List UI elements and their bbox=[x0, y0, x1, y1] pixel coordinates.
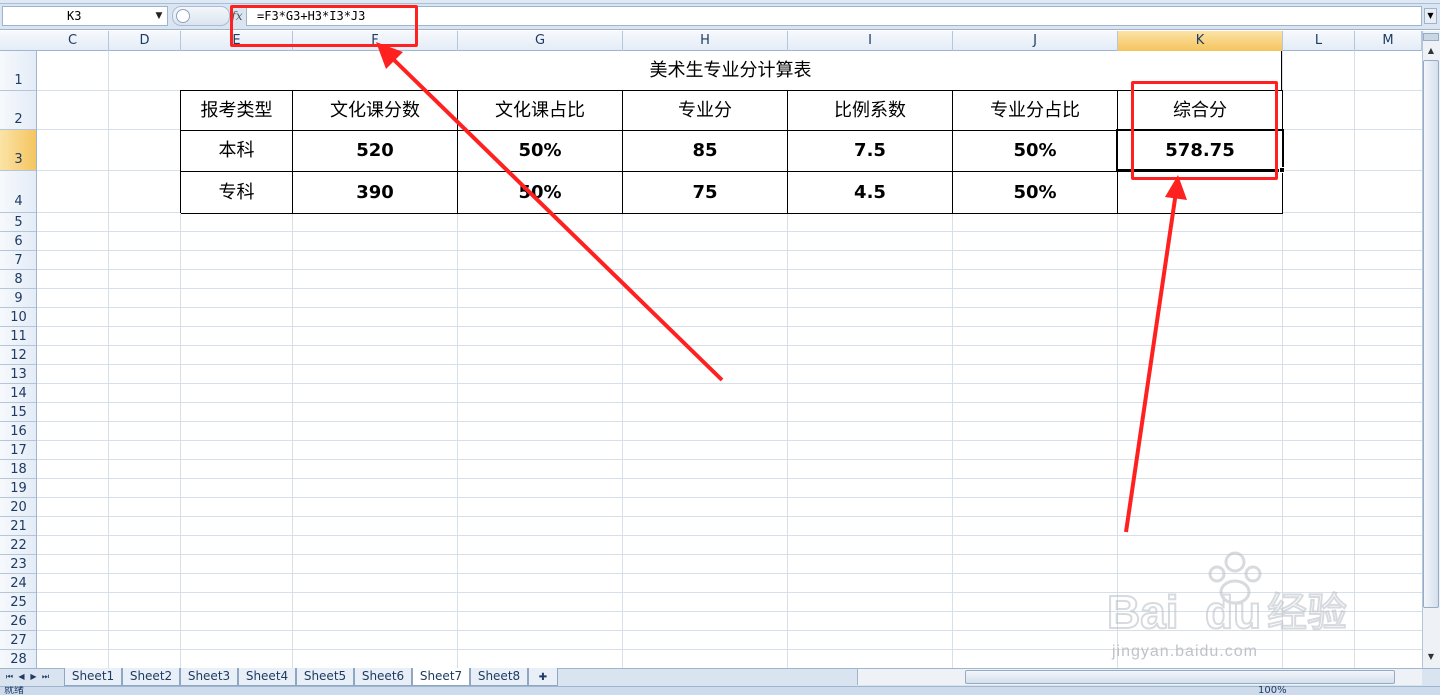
row-header-5[interactable]: 5 bbox=[0, 213, 36, 232]
row-header-11[interactable]: 11 bbox=[0, 327, 36, 346]
zoom-level[interactable]: 100% bbox=[1258, 686, 1287, 695]
cell-row1-culture-ratio[interactable]: 50% bbox=[458, 131, 623, 172]
row-header-6[interactable]: 6 bbox=[0, 232, 36, 251]
scroll-up-icon[interactable]: ▲ bbox=[1423, 44, 1439, 58]
cell-row1-culture-score[interactable]: 520 bbox=[293, 131, 458, 172]
row-header-26[interactable]: 26 bbox=[0, 612, 36, 631]
row-header-4[interactable]: 4 bbox=[0, 171, 36, 213]
cell-row1-major-score[interactable]: 85 bbox=[623, 131, 788, 172]
status-bar bbox=[0, 686, 1440, 695]
header-cell-coefficient[interactable]: 比例系数 bbox=[788, 91, 953, 131]
row-header-14[interactable]: 14 bbox=[0, 384, 36, 403]
cell-row2-culture-ratio[interactable]: 50% bbox=[458, 172, 623, 214]
expand-formula-bar-icon[interactable]: ▼ bbox=[1424, 8, 1437, 24]
column-header-d[interactable]: D bbox=[109, 31, 181, 51]
column-header-k[interactable]: K bbox=[1118, 31, 1283, 51]
row-header-20[interactable]: 20 bbox=[0, 498, 36, 517]
cell-row2-major-ratio[interactable]: 50% bbox=[953, 172, 1118, 214]
cell-row2-culture-score[interactable]: 390 bbox=[293, 172, 458, 214]
prev-sheet-icon[interactable]: ◀ bbox=[16, 670, 27, 684]
formula-input[interactable]: =F3*G3+H3*I3*J3 bbox=[246, 6, 1422, 26]
row-header-27[interactable]: 27 bbox=[0, 631, 36, 650]
formula-bar-handle-icon bbox=[176, 9, 190, 23]
row-header-19[interactable]: 19 bbox=[0, 479, 36, 498]
sheet-tab-3[interactable]: Sheet3 bbox=[180, 668, 238, 686]
header-cell-major-score[interactable]: 专业分 bbox=[623, 91, 788, 131]
first-sheet-icon[interactable]: ⏮ bbox=[4, 670, 15, 684]
column-header-h[interactable]: H bbox=[623, 31, 788, 51]
column-header-row: C D E F G H I J K L M bbox=[0, 31, 1422, 51]
row-header-1[interactable]: 1 bbox=[0, 51, 36, 91]
header-cell-culture-score[interactable]: 文化课分数 bbox=[293, 91, 458, 131]
vertical-scroll-thumb[interactable] bbox=[1423, 60, 1439, 608]
status-ready-label: 就绪 bbox=[4, 686, 24, 695]
column-header-i[interactable]: I bbox=[788, 31, 953, 51]
cell-row2-coefficient[interactable]: 4.5 bbox=[788, 172, 953, 214]
row-header-21[interactable]: 21 bbox=[0, 517, 36, 536]
row-header-22[interactable]: 22 bbox=[0, 536, 36, 555]
row-header-7[interactable]: 7 bbox=[0, 251, 36, 270]
row-header-9[interactable]: 9 bbox=[0, 289, 36, 308]
header-cell-major-ratio[interactable]: 专业分占比 bbox=[953, 91, 1118, 131]
row-header-18[interactable]: 18 bbox=[0, 460, 36, 479]
row-header-25[interactable]: 25 bbox=[0, 593, 36, 612]
row-header-3[interactable]: 3 bbox=[0, 130, 36, 171]
horizontal-scroll-thumb[interactable] bbox=[965, 670, 1395, 684]
sheet-tab-5[interactable]: Sheet5 bbox=[296, 668, 354, 686]
sheet-tab-1[interactable]: Sheet1 bbox=[64, 668, 122, 686]
name-box[interactable]: K3 bbox=[2, 6, 168, 26]
header-cell-culture-ratio[interactable]: 文化课占比 bbox=[458, 91, 623, 131]
cell-row1-type[interactable]: 本科 bbox=[181, 131, 293, 172]
row-header-17[interactable]: 17 bbox=[0, 441, 36, 460]
row-header-28[interactable]: 28 bbox=[0, 650, 36, 668]
row-header-12[interactable]: 12 bbox=[0, 346, 36, 365]
formula-highlight-box bbox=[230, 5, 418, 47]
sheet-tab-2[interactable]: Sheet2 bbox=[122, 668, 180, 686]
column-header-g[interactable]: G bbox=[458, 31, 623, 51]
column-header-c[interactable]: C bbox=[37, 31, 109, 51]
row-header-16[interactable]: 16 bbox=[0, 422, 36, 441]
sheet-tab-4[interactable]: Sheet4 bbox=[238, 668, 296, 686]
row-header-15[interactable]: 15 bbox=[0, 403, 36, 422]
column-header-m[interactable]: M bbox=[1355, 31, 1422, 51]
insert-sheet-button[interactable]: ✚ bbox=[528, 668, 558, 686]
last-sheet-icon[interactable]: ⏭ bbox=[40, 670, 51, 684]
cell-row2-major-score[interactable]: 75 bbox=[623, 172, 788, 214]
column-header-j[interactable]: J bbox=[953, 31, 1118, 51]
cell-row1-coefficient[interactable]: 7.5 bbox=[788, 131, 953, 172]
table-title-cell[interactable]: 美术生专业分计算表 bbox=[180, 51, 1282, 91]
sheet-tab-8[interactable]: Sheet8 bbox=[470, 668, 528, 686]
cell-row1-major-ratio[interactable]: 50% bbox=[953, 131, 1118, 172]
vertical-split-handle[interactable] bbox=[1423, 33, 1439, 41]
next-sheet-icon[interactable]: ▶ bbox=[28, 670, 39, 684]
row-header-2[interactable]: 2 bbox=[0, 91, 36, 130]
row-header-column: 1 2 3 4 5 6 7 8 9 10 11 12 13 14 15 16 1… bbox=[0, 51, 37, 668]
row-header-13[interactable]: 13 bbox=[0, 365, 36, 384]
row-header-23[interactable]: 23 bbox=[0, 555, 36, 574]
header-cell-type[interactable]: 报考类型 bbox=[181, 91, 293, 131]
scroll-down-icon[interactable]: ▼ bbox=[1423, 650, 1439, 664]
result-highlight-box bbox=[1131, 81, 1278, 180]
sheet-tab-6[interactable]: Sheet6 bbox=[354, 668, 412, 686]
insert-sheet-icon: ✚ bbox=[538, 672, 548, 683]
column-header-l[interactable]: L bbox=[1283, 31, 1355, 51]
cell-row2-type[interactable]: 专科 bbox=[181, 172, 293, 214]
sheet-tab-7[interactable]: Sheet7 bbox=[412, 668, 470, 686]
fill-handle[interactable] bbox=[1279, 167, 1285, 173]
watermark-url: jingyan.baidu.com bbox=[1112, 643, 1258, 660]
row-header-10[interactable]: 10 bbox=[0, 308, 36, 327]
row-header-24[interactable]: 24 bbox=[0, 574, 36, 593]
name-box-dropdown-icon[interactable]: ▼ bbox=[152, 8, 166, 24]
row-header-8[interactable]: 8 bbox=[0, 270, 36, 289]
